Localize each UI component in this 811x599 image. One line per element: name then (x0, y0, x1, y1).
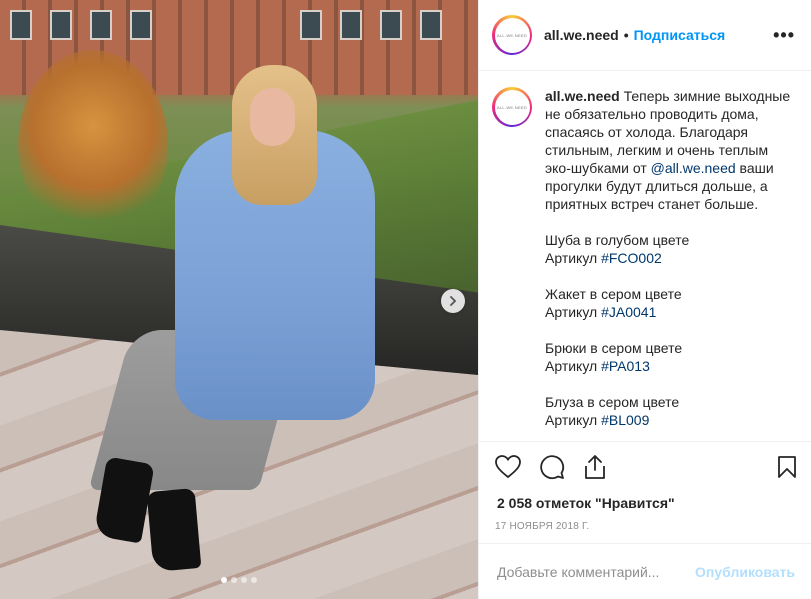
caption-area: ALL.WE.NEED all.we.need Теперь зимние вы… (479, 71, 811, 441)
header-username-link[interactable]: all.we.need (544, 27, 619, 43)
carousel-dot (241, 577, 247, 583)
hashtag-link[interactable]: #JA0041 (601, 304, 656, 320)
photo-face (250, 88, 295, 146)
caption-item-name: Жакет в сером цвете (545, 286, 682, 302)
post-date[interactable]: 17 ноября 2018 г. (479, 514, 811, 540)
carousel-dot (231, 577, 237, 583)
like-button[interactable] (495, 455, 521, 479)
photo-window (420, 10, 442, 40)
avatar-logo-text: ALL.WE.NEED (496, 104, 528, 110)
carousel-indicator (0, 577, 478, 583)
header-separator: • (623, 27, 629, 43)
caption-items: Шуба в голубом цвете Артикул #FCO002 Жакет… (545, 213, 795, 429)
photo-window (340, 10, 362, 40)
caption-item-name: Блуза в сером цвете (545, 394, 680, 410)
share-icon (585, 455, 605, 479)
instagram-post: ALL.WE.NEED all.we.need • Подписаться ••… (0, 0, 811, 599)
hashtag-link[interactable]: #BL009 (601, 412, 649, 428)
caption-avatar[interactable]: ALL.WE.NEED (492, 87, 532, 127)
hashtag-link[interactable]: #FCO002 (601, 250, 662, 266)
next-slide-button[interactable] (441, 289, 465, 313)
photo-window (50, 10, 72, 40)
article-label: Артикул (545, 412, 598, 428)
photo-boot (146, 488, 202, 572)
post-header: ALL.WE.NEED all.we.need • Подписаться ••… (479, 0, 811, 71)
caption-item-name: Брюки в сером цвете (545, 340, 683, 356)
more-options-button[interactable]: ••• (773, 25, 795, 46)
caption-item-article: Артикул #BL009 (545, 411, 795, 429)
caption-text: all.we.need Теперь зимние выходные не об… (545, 87, 795, 441)
photo-window (130, 10, 152, 40)
avatar-image: ALL.WE.NEED (494, 89, 530, 125)
photo-window (380, 10, 402, 40)
caption-mention-link[interactable]: @all.we.need (651, 160, 736, 176)
chevron-right-icon (450, 296, 457, 306)
action-bar (479, 441, 811, 492)
photo-tree (18, 50, 168, 240)
avatar[interactable]: ALL.WE.NEED (492, 15, 532, 55)
comment-bar: Опубликовать (479, 543, 811, 599)
share-button[interactable] (583, 454, 607, 480)
caption-item-name: Шуба в голубом цвете (545, 232, 690, 248)
post-photo[interactable] (0, 0, 478, 599)
likes-count[interactable]: 2 058 отметок "Нравится" (479, 492, 811, 514)
caption-item-article: Артикул #FCO002 (545, 249, 795, 267)
caption-item-article: Артикул #JA0041 (545, 303, 795, 321)
caption-item-article: Артикул #PA013 (545, 357, 795, 375)
comment-icon (540, 455, 565, 480)
follow-button[interactable]: Подписаться (634, 27, 726, 43)
article-label: Артикул (545, 358, 598, 374)
heart-icon (495, 455, 521, 479)
bookmark-icon (778, 456, 796, 478)
post-side-panel: ALL.WE.NEED all.we.need • Подписаться ••… (478, 0, 811, 599)
carousel-dot (251, 577, 257, 583)
caption-username-link[interactable]: all.we.need (545, 88, 620, 104)
save-button[interactable] (777, 455, 797, 479)
avatar-logo-text: ALL.WE.NEED (496, 32, 528, 38)
comment-button[interactable] (539, 454, 565, 480)
avatar-image: ALL.WE.NEED (494, 17, 530, 53)
photo-window (10, 10, 32, 40)
hashtag-link[interactable]: #PA013 (601, 358, 650, 374)
article-label: Артикул (545, 304, 598, 320)
photo-window (300, 10, 322, 40)
photo-window (90, 10, 112, 40)
comment-input[interactable] (497, 563, 696, 580)
article-label: Артикул (545, 250, 598, 266)
carousel-dot (221, 577, 227, 583)
publish-button[interactable]: Опубликовать (695, 564, 795, 580)
